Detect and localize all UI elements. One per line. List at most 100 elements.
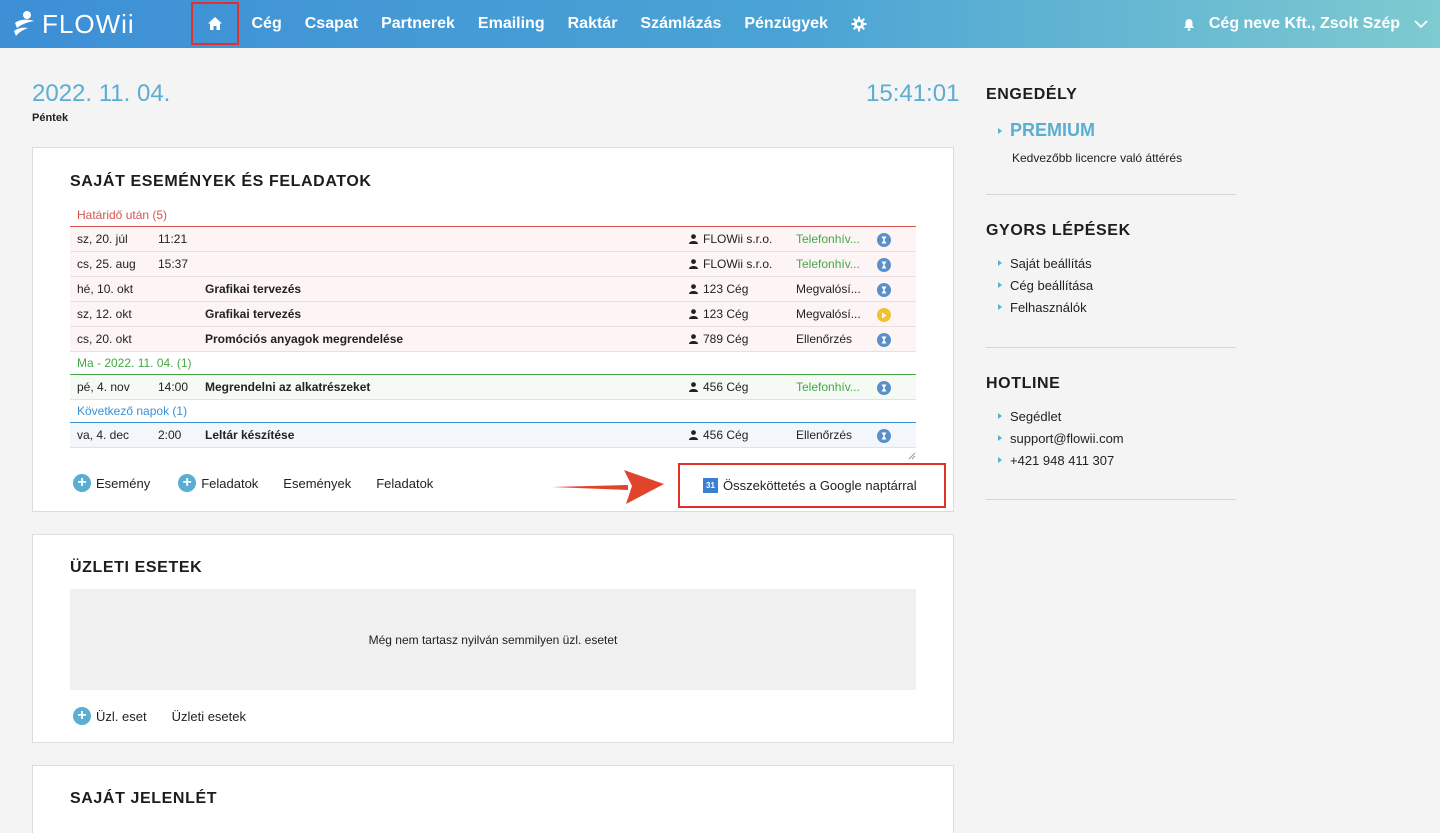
task-title[interactable]: Leltár készítése: [205, 428, 294, 442]
add-event-label: Esemény: [96, 475, 151, 491]
person-icon: [689, 234, 698, 244]
current-date: 2022. 11. 04.: [32, 80, 171, 107]
business-cases-title: ÜZLETI ESETEK: [70, 559, 203, 576]
task-date: hé, 10. okt: [77, 282, 134, 296]
task-partner-name: 123 Cég: [703, 307, 749, 321]
task-partner[interactable]: 789 Cég: [689, 332, 748, 346]
task-title[interactable]: Megrendelni az alkatrészeket: [205, 380, 370, 394]
notifications-button[interactable]: [1183, 18, 1195, 31]
license-title: ENGEDÉLY: [986, 86, 1078, 103]
task-row[interactable]: hé, 10. okt Grafikai tervezés 123 Cég Megva…: [70, 277, 916, 302]
task-partner-name: FLOWii s.r.o.: [703, 257, 773, 271]
google-calendar-icon: 31: [703, 478, 718, 493]
task-date: cs, 20. okt: [77, 332, 132, 346]
quick-step-users[interactable]: Felhasználók: [986, 296, 1236, 318]
tasks-link[interactable]: Feladatok: [376, 476, 433, 491]
task-partner-name: 123 Cég: [703, 282, 749, 296]
hourglass-status-icon[interactable]: [877, 333, 891, 347]
task-partner-name: 456 Cég: [703, 380, 749, 394]
nav-item-csapat[interactable]: Csapat: [305, 15, 358, 33]
task-type: Telefonhív...: [796, 232, 860, 246]
task-row[interactable]: sz, 12. okt Grafikai tervezés 123 Cég Megva…: [70, 302, 916, 327]
hotline-section: HOTLINE Segédlet support@flowii.com +421…: [986, 375, 1236, 471]
bullet-arrow-icon: [998, 127, 1002, 134]
settings-button[interactable]: [851, 16, 867, 32]
nav-item-raktar[interactable]: Raktár: [568, 15, 618, 33]
bullet-arrow-icon: [998, 304, 1002, 310]
hotline-label: support@flowii.com: [1010, 430, 1124, 446]
nav-item-ceg[interactable]: Cég: [252, 15, 282, 33]
resize-handle-icon[interactable]: [908, 452, 916, 460]
task-type: Telefonhív...: [796, 257, 860, 271]
hourglass-status-icon[interactable]: [877, 283, 891, 297]
quick-step-company-settings[interactable]: Cég beállítása: [986, 274, 1236, 296]
task-partner[interactable]: FLOWii s.r.o.: [689, 232, 772, 246]
attendance-card: SAJÁT JELENLÉT: [32, 765, 954, 833]
hourglass-status-icon[interactable]: [877, 258, 891, 272]
hourglass-status-icon[interactable]: [877, 233, 891, 247]
plus-icon: +: [73, 474, 91, 492]
sidebar-divider: [986, 499, 1236, 500]
task-row[interactable]: va, 4. dec 2:00 Leltár készítése 456 Cég Ell…: [70, 423, 916, 448]
company-user-name[interactable]: Cég neve Kft., Zsolt Szép: [1209, 15, 1400, 33]
events-actions: + Esemény + Feladatok Események Feladato…: [73, 474, 433, 492]
task-row[interactable]: cs, 25. aug 15:37 FLOWii s.r.o. Telefonhív.…: [70, 252, 916, 277]
upgrade-license-link[interactable]: Kedvezőbb licencre való áttérés: [986, 151, 1236, 165]
red-arrow-annotation: [552, 470, 664, 504]
business-cases-empty: Még nem tartasz nyilván semmilyen üzl. e…: [70, 589, 916, 690]
task-title[interactable]: Grafikai tervezés: [205, 282, 301, 296]
flowii-logo[interactable]: FLOWii: [12, 6, 135, 42]
business-cases-link[interactable]: Üzleti esetek: [172, 709, 246, 724]
add-task-button[interactable]: + Feladatok: [178, 474, 258, 492]
hourglass-status-icon[interactable]: [877, 429, 891, 443]
nav-item-penzugyek[interactable]: Pénzügyek: [744, 15, 828, 33]
events-link[interactable]: Események: [283, 476, 351, 491]
task-partner[interactable]: 456 Cég: [689, 380, 748, 394]
task-title[interactable]: Promóciós anyagok megrendelése: [205, 332, 403, 346]
empty-message: Még nem tartasz nyilván semmilyen üzl. e…: [368, 632, 618, 647]
quick-step-label: Felhasználók: [1010, 299, 1087, 315]
task-partner[interactable]: FLOWii s.r.o.: [689, 257, 772, 271]
person-icon: [689, 334, 698, 344]
task-row[interactable]: sz, 20. júl 11:21 FLOWii s.r.o. Telefonhív.…: [70, 227, 916, 252]
play-status-icon[interactable]: [877, 308, 891, 322]
task-title[interactable]: Grafikai tervezés: [205, 307, 301, 321]
nav-item-partnerek[interactable]: Partnerek: [381, 15, 455, 33]
add-event-button[interactable]: + Esemény: [73, 474, 150, 492]
home-icon: [208, 17, 222, 30]
nav-item-szamlazas[interactable]: Számlázás: [640, 15, 721, 33]
premium-link[interactable]: PREMIUM: [986, 120, 1236, 141]
task-time: 15:37: [158, 257, 189, 271]
quick-step-label: Cég beállítása: [1010, 277, 1094, 293]
home-button[interactable]: [191, 2, 239, 45]
flowii-logo-icon: [14, 11, 34, 36]
bullet-arrow-icon: [998, 435, 1002, 441]
task-row[interactable]: cs, 20. okt Promóciós anyagok megrendelés…: [70, 327, 916, 352]
task-type: Megvalósí...: [796, 307, 861, 321]
current-time: 15:41:01: [866, 80, 960, 107]
nav-item-emailing[interactable]: Emailing: [478, 15, 545, 33]
task-partner[interactable]: 123 Cég: [689, 282, 748, 296]
task-partner-name: FLOWii s.r.o.: [703, 232, 773, 246]
hotline-label: Segédlet: [1010, 408, 1062, 424]
task-type: Telefonhív...: [796, 380, 860, 394]
user-menu-button[interactable]: [1414, 19, 1428, 29]
user-area: Cég neve Kft., Zsolt Szép: [1183, 0, 1428, 48]
hotline-title: HOTLINE: [986, 375, 1061, 392]
task-date: cs, 25. aug: [77, 257, 136, 271]
add-case-button[interactable]: + Üzl. eset: [73, 707, 147, 725]
hourglass-status-icon[interactable]: [877, 381, 891, 395]
google-calendar-label: Összeköttetés a Google naptárral: [723, 478, 917, 493]
events-tasks-table: Határidő után (5) sz, 20. júl 11:21 FLOWii …: [70, 204, 916, 448]
quick-step-label: Saját beállítás: [1010, 255, 1092, 271]
quick-step-own-settings[interactable]: Saját beállítás: [986, 252, 1236, 274]
task-partner[interactable]: 456 Cég: [689, 428, 748, 442]
hotline-email[interactable]: support@flowii.com: [986, 427, 1236, 449]
person-icon: [689, 284, 698, 294]
hotline-help[interactable]: Segédlet: [986, 405, 1236, 427]
hotline-phone[interactable]: +421 948 411 307: [986, 449, 1236, 471]
google-calendar-connect-button[interactable]: 31 Összeköttetés a Google naptárral: [678, 463, 946, 508]
task-partner[interactable]: 123 Cég: [689, 307, 748, 321]
task-date: sz, 12. okt: [77, 307, 132, 321]
task-row[interactable]: pé, 4. nov 14:00 Megrendelni az alkatrésze…: [70, 375, 916, 400]
